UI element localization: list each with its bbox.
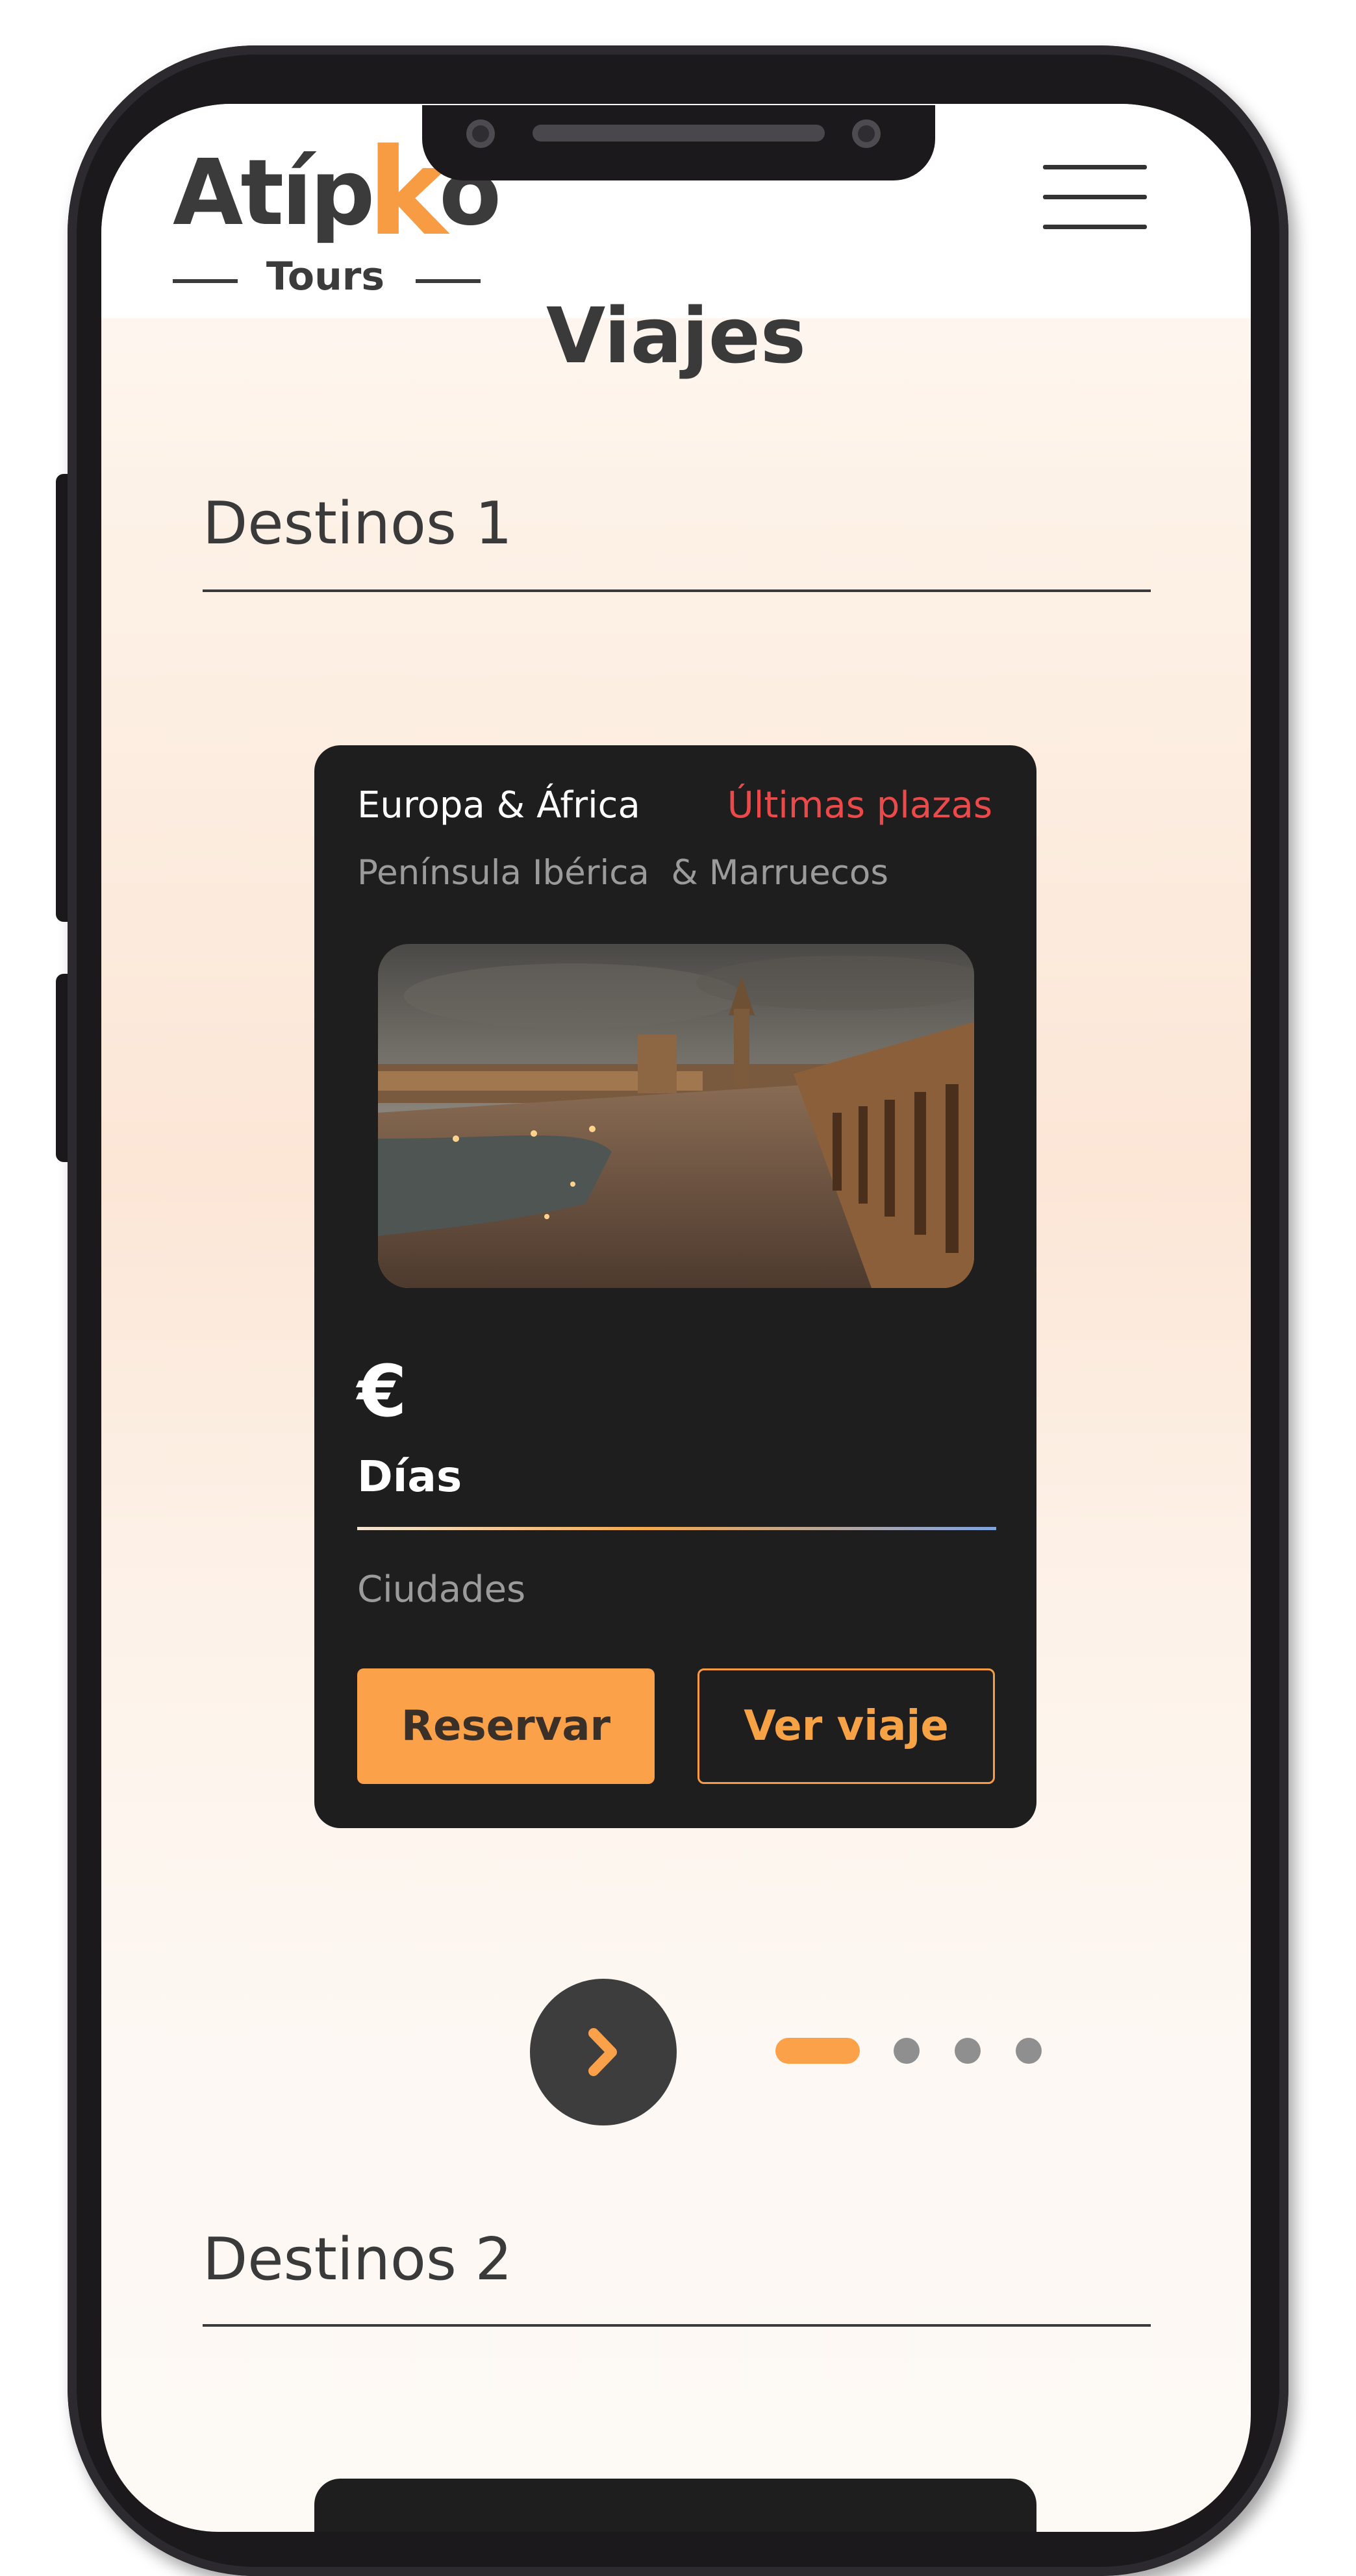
camera-icon — [466, 119, 495, 148]
carousel-dot-active[interactable] — [775, 2038, 860, 2064]
trip-days-label: Días — [357, 1452, 462, 1502]
section-divider — [203, 2324, 1151, 2327]
camera-icon — [852, 119, 881, 148]
view-trip-button[interactable]: Ver viaje — [697, 1668, 995, 1784]
page-title: Viajes — [546, 291, 807, 380]
trip-photo[interactable] — [378, 944, 974, 1288]
logo-divider-right — [416, 279, 481, 283]
euro-icon: € — [357, 1350, 407, 1433]
carousel-dot[interactable] — [955, 2038, 981, 2064]
menu-bar — [1043, 195, 1147, 199]
chevron-right-icon — [588, 2028, 617, 2076]
last-spots-badge: Últimas plazas — [727, 784, 992, 826]
section-title-destinos-2: Destinos 2 — [203, 2225, 512, 2294]
logo-wordmark: Atípi — [173, 140, 403, 246]
speaker-grille — [533, 125, 825, 142]
trip-region: Europa & África — [357, 784, 640, 826]
phone-notch — [422, 105, 935, 180]
trip-cities-label: Ciudades — [357, 1568, 526, 1611]
trip-card-next — [314, 2479, 1036, 2532]
carousel-dot[interactable] — [1016, 2038, 1042, 2064]
carousel-dot[interactable] — [894, 2038, 920, 2064]
section-divider — [203, 589, 1151, 592]
menu-bar — [1043, 225, 1147, 229]
menu-bar — [1043, 165, 1147, 169]
carousel-next-button[interactable] — [530, 1979, 677, 2125]
trip-card: Europa & África Últimas plazas Península… — [314, 745, 1036, 1828]
section-title-destinos-1: Destinos 1 — [203, 489, 512, 558]
trip-subtitle: Península Ibérica & Marruecos — [357, 853, 888, 893]
hamburger-menu-icon[interactable] — [1043, 162, 1147, 234]
card-divider — [357, 1527, 996, 1530]
reserve-button[interactable]: Reservar — [357, 1668, 655, 1784]
phone-screen: Atípi k o Tours Viajes Destinos 1 Europa… — [101, 104, 1251, 2532]
plaza-espana-image — [378, 944, 974, 1288]
logo-tours-text: Tours — [266, 254, 385, 299]
